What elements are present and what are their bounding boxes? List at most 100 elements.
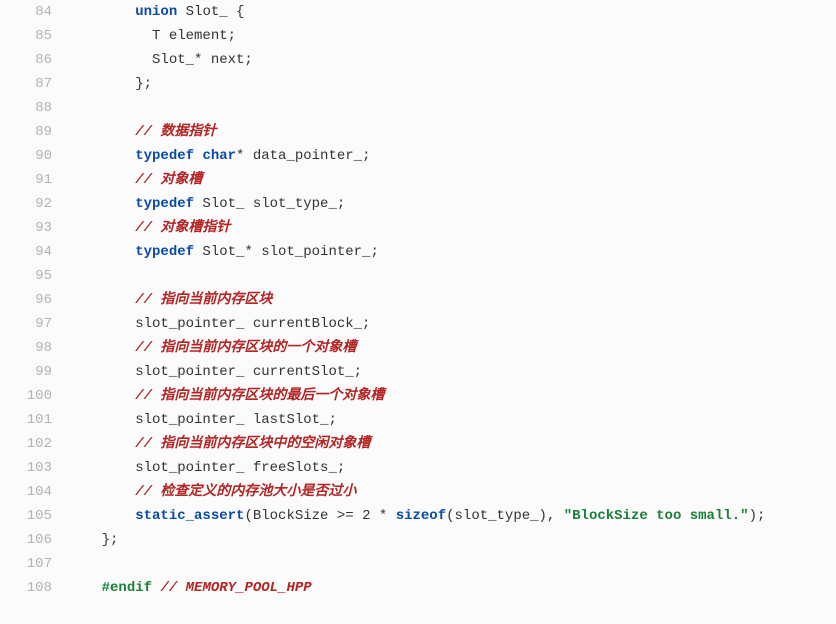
code-line: 102 // 指向当前内存区块中的空闲对象槽 xyxy=(0,432,836,456)
code-content: slot_pointer_ currentBlock_; xyxy=(66,312,836,336)
code-line: 85 T element; xyxy=(0,24,836,48)
token-cm: // 指向当前内存区块 xyxy=(135,292,272,308)
code-content: // 检查定义的内存池大小是否过小 xyxy=(66,480,836,504)
line-number: 106 xyxy=(0,528,66,552)
code-content: // 指向当前内存区块 xyxy=(66,288,836,312)
code-line: 99 slot_pointer_ currentSlot_; xyxy=(0,360,836,384)
code-line: 100 // 指向当前内存区块的最后一个对象槽 xyxy=(0,384,836,408)
code-content xyxy=(66,264,836,288)
code-content: Slot_* next; xyxy=(66,48,836,72)
line-number: 105 xyxy=(0,504,66,528)
code-content: // 指向当前内存区块中的空闲对象槽 xyxy=(66,432,836,456)
token-plain: slot_pointer_ lastSlot_; xyxy=(135,412,337,428)
code-block: 84 union Slot_ {85 T element;86 Slot_* n… xyxy=(0,0,836,600)
code-content: // 对象槽指针 xyxy=(66,216,836,240)
line-number: 89 xyxy=(0,120,66,144)
line-number: 98 xyxy=(0,336,66,360)
token-kw: typedef xyxy=(135,148,194,164)
code-line: 101 slot_pointer_ lastSlot_; xyxy=(0,408,836,432)
code-content: typedef Slot_* slot_pointer_; xyxy=(66,240,836,264)
token-kw: typedef xyxy=(135,244,194,260)
code-content: typedef char* data_pointer_; xyxy=(66,144,836,168)
code-line: 95 xyxy=(0,264,836,288)
token-plain: slot_pointer_ freeSlots_; xyxy=(135,460,345,476)
code-line: 84 union Slot_ { xyxy=(0,0,836,24)
code-content: // 指向当前内存区块的最后一个对象槽 xyxy=(66,384,836,408)
line-number: 95 xyxy=(0,264,66,288)
token-plain: Slot_* slot_pointer_; xyxy=(194,244,379,260)
token-plain: T element; xyxy=(152,28,236,44)
line-number: 92 xyxy=(0,192,66,216)
code-line: 89 // 数据指针 xyxy=(0,120,836,144)
code-line: 104 // 检查定义的内存池大小是否过小 xyxy=(0,480,836,504)
code-line: 94 typedef Slot_* slot_pointer_; xyxy=(0,240,836,264)
code-line: 105 static_assert(BlockSize >= 2 * sizeo… xyxy=(0,504,836,528)
line-number: 103 xyxy=(0,456,66,480)
code-content: }; xyxy=(66,72,836,96)
token-plain: slot_pointer_ currentSlot_; xyxy=(135,364,362,380)
token-plain: slot_pointer_ currentBlock_; xyxy=(135,316,370,332)
line-number: 104 xyxy=(0,480,66,504)
code-content: T element; xyxy=(66,24,836,48)
line-number: 107 xyxy=(0,552,66,576)
token-plain: * xyxy=(370,508,395,524)
token-plain: ); xyxy=(749,508,766,524)
code-line: 88 xyxy=(0,96,836,120)
line-number: 86 xyxy=(0,48,66,72)
line-number: 108 xyxy=(0,576,66,600)
code-line: 107 xyxy=(0,552,836,576)
token-cm: // MEMORY_POOL_HPP xyxy=(160,580,311,596)
code-line: 98 // 指向当前内存区块的一个对象槽 xyxy=(0,336,836,360)
token-plain: * data_pointer_; xyxy=(236,148,370,164)
code-line: 108 #endif // MEMORY_POOL_HPP xyxy=(0,576,836,600)
token-kw: static_assert xyxy=(135,508,244,524)
token-kw: union xyxy=(135,4,177,20)
token-plain: Slot_* next; xyxy=(152,52,253,68)
code-line: 106 }; xyxy=(0,528,836,552)
code-content: // 数据指针 xyxy=(66,120,836,144)
token-cm: // 数据指针 xyxy=(135,124,216,140)
line-number: 85 xyxy=(0,24,66,48)
token-plain: (BlockSize >= xyxy=(244,508,362,524)
code-line: 93 // 对象槽指针 xyxy=(0,216,836,240)
token-cm: // 检查定义的内存池大小是否过小 xyxy=(135,484,356,500)
token-pp: #endif xyxy=(102,580,152,596)
line-number: 102 xyxy=(0,432,66,456)
line-number: 93 xyxy=(0,216,66,240)
line-number: 101 xyxy=(0,408,66,432)
line-number: 90 xyxy=(0,144,66,168)
code-content: static_assert(BlockSize >= 2 * sizeof(sl… xyxy=(66,504,836,528)
code-content: slot_pointer_ currentSlot_; xyxy=(66,360,836,384)
token-str: "BlockSize too small." xyxy=(564,508,749,524)
code-line: 97 slot_pointer_ currentBlock_; xyxy=(0,312,836,336)
code-content: slot_pointer_ lastSlot_; xyxy=(66,408,836,432)
line-number: 99 xyxy=(0,360,66,384)
token-cm: // 指向当前内存区块中的空闲对象槽 xyxy=(135,436,370,452)
line-number: 91 xyxy=(0,168,66,192)
token-plain: (slot_type_), xyxy=(446,508,564,524)
line-number: 94 xyxy=(0,240,66,264)
token-kw: sizeof xyxy=(396,508,446,524)
token-plain: }; xyxy=(135,76,152,92)
code-content: union Slot_ { xyxy=(66,0,836,24)
line-number: 96 xyxy=(0,288,66,312)
token-cm: // 对象槽 xyxy=(135,172,202,188)
token-cm: // 指向当前内存区块的最后一个对象槽 xyxy=(135,388,384,404)
code-line: 91 // 对象槽 xyxy=(0,168,836,192)
code-line: 86 Slot_* next; xyxy=(0,48,836,72)
line-number: 100 xyxy=(0,384,66,408)
code-line: 87 }; xyxy=(0,72,836,96)
token-kw: typedef xyxy=(135,196,194,212)
code-content xyxy=(66,552,836,576)
token-plain: Slot_ { xyxy=(177,4,244,20)
line-number: 87 xyxy=(0,72,66,96)
line-number: 97 xyxy=(0,312,66,336)
code-line: 96 // 指向当前内存区块 xyxy=(0,288,836,312)
token-plain: Slot_ slot_type_; xyxy=(194,196,345,212)
code-line: 90 typedef char* data_pointer_; xyxy=(0,144,836,168)
token-cm: // 指向当前内存区块的一个对象槽 xyxy=(135,340,356,356)
token-cm: // 对象槽指针 xyxy=(135,220,230,236)
token-type: char xyxy=(202,148,236,164)
code-content: // 对象槽 xyxy=(66,168,836,192)
line-number: 84 xyxy=(0,0,66,24)
